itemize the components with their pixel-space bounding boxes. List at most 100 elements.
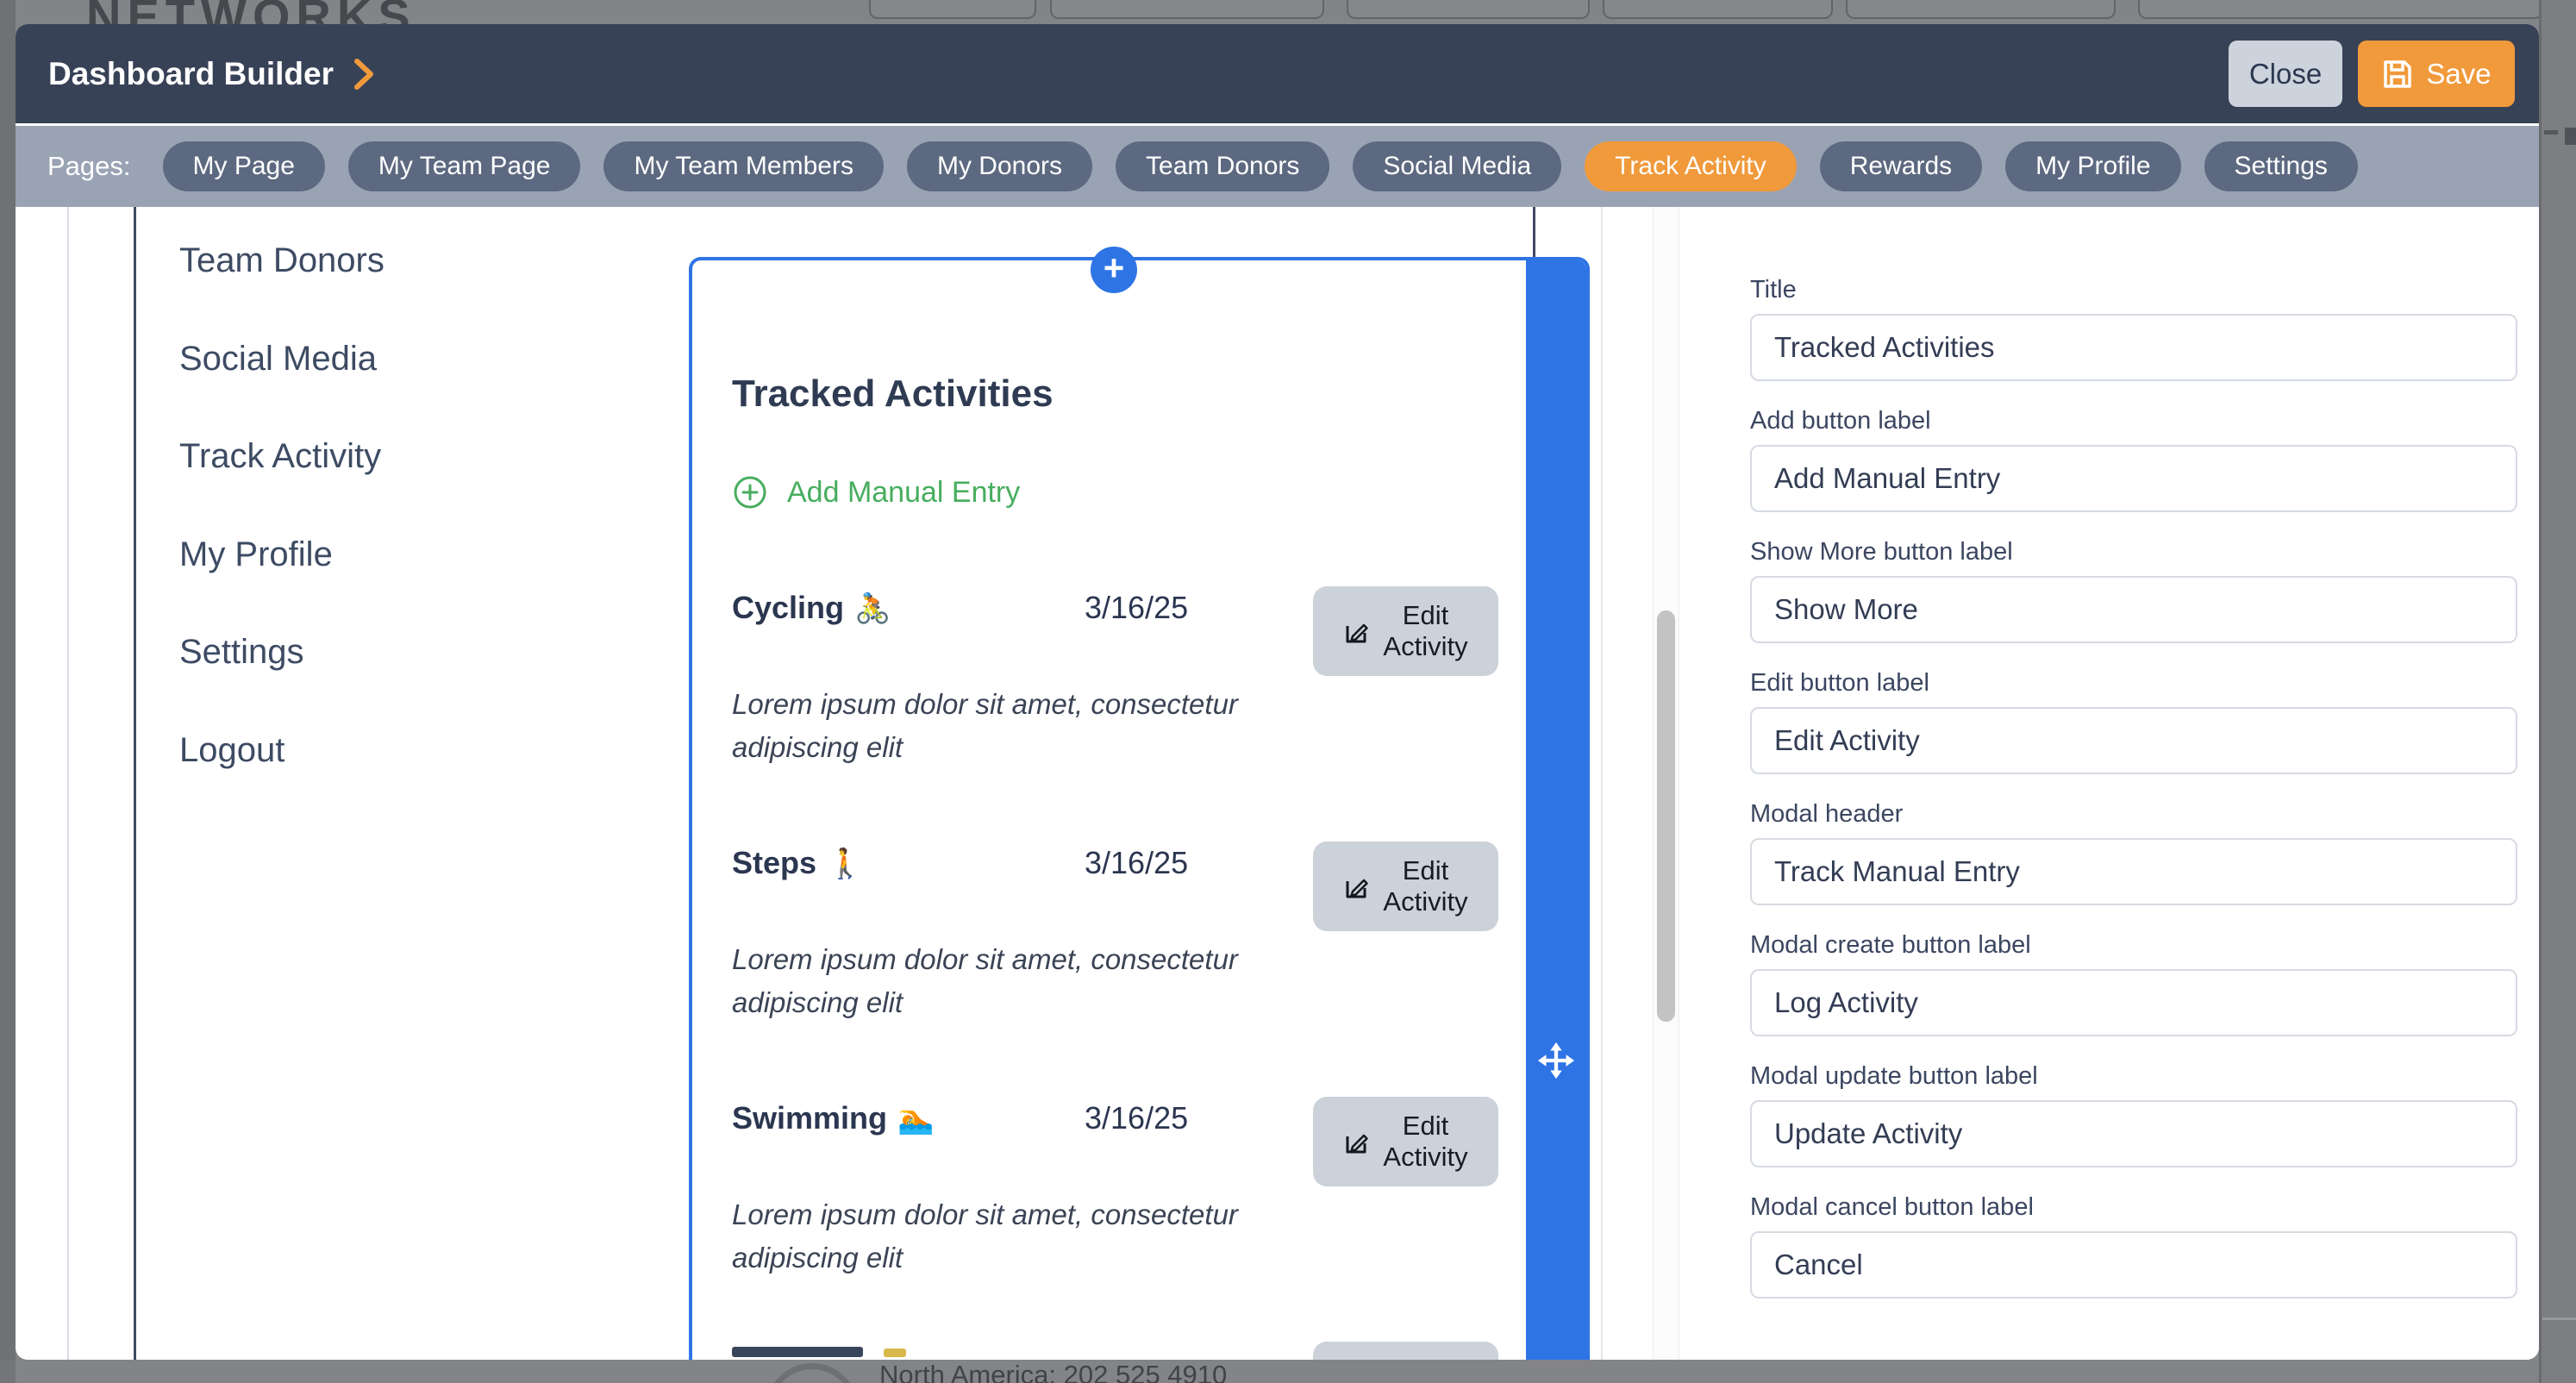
canvas-guide-line xyxy=(67,207,69,1360)
selected-widget[interactable]: Tracked Activities Add Manual Entry Cycl… xyxy=(689,257,1590,1360)
background-scrollbar-thumb xyxy=(2565,128,2576,145)
field-add-button-label: Add button label xyxy=(1750,407,2539,512)
show-more-button-label-input[interactable] xyxy=(1750,576,2517,643)
activity-name: Swimming🏊 xyxy=(732,1100,934,1136)
save-icon xyxy=(2381,58,2414,91)
page-tab-social-media[interactable]: Social Media xyxy=(1353,141,1561,191)
activity-name: Cycling🚴 xyxy=(732,590,891,626)
backdrop-top-strip: NETWORKS 0 0 ( 0 ) 1 xyxy=(0,0,2576,24)
page-tab-team-donors[interactable]: Team Donors xyxy=(1116,141,1329,191)
add-widget-button[interactable]: + xyxy=(1091,247,1137,293)
activity-date: 3/16/25 xyxy=(1085,590,1188,626)
field-label: Title xyxy=(1750,276,2539,304)
sidebar-item-track-activity[interactable]: Track Activity xyxy=(179,435,381,477)
activity-description: Lorem ipsum dolor sit amet, consectetura… xyxy=(732,938,1238,1024)
background-logo-arc xyxy=(766,1363,859,1383)
builder-body: Team Donors Social Media Track Activity … xyxy=(16,207,2539,1360)
activity-entry: Steps🚶 3/16/25 Edit Activity Lorem ipsum… xyxy=(732,845,1500,1043)
background-stat-card xyxy=(2138,0,2543,19)
chevron-right-icon xyxy=(353,57,375,91)
edit-activity-button[interactable]: Edit Activity xyxy=(1313,842,1498,931)
field-edit-button-label: Edit button label xyxy=(1750,669,2539,774)
clipped-activity-emoji xyxy=(884,1349,906,1357)
background-stat-card: 1 xyxy=(1846,0,2116,19)
modal-header-input[interactable] xyxy=(1750,838,2517,905)
field-modal-update-button-label: Modal update button label xyxy=(1750,1062,2539,1167)
edit-button-label-input[interactable] xyxy=(1750,707,2517,774)
page-tab-my-donors[interactable]: My Donors xyxy=(907,141,1092,191)
field-label: Add button label xyxy=(1750,407,2539,435)
field-label: Modal header xyxy=(1750,800,2539,829)
edit-icon xyxy=(1341,871,1372,902)
sidebar-item-logout[interactable]: Logout xyxy=(179,729,284,771)
activity-entry-clipped: Edit Activity xyxy=(732,1345,1500,1360)
background-stat-card xyxy=(1347,0,1590,19)
cycling-emoji: 🚴 xyxy=(854,592,891,625)
page-tab-my-team-page[interactable]: My Team Page xyxy=(348,141,581,191)
page-tab-settings[interactable]: Settings xyxy=(2204,141,2358,191)
field-show-more-button-label: Show More button label xyxy=(1750,538,2539,643)
background-stat-card: ( 0 ) xyxy=(1603,0,1833,19)
dashboard-builder-modal: Dashboard Builder Close Save Pages: My P… xyxy=(16,24,2539,1360)
activity-date: 3/16/25 xyxy=(1085,845,1188,881)
add-manual-entry-label: Add Manual Entry xyxy=(787,476,1020,510)
page-tab-my-page[interactable]: My Page xyxy=(163,141,325,191)
field-label: Modal update button label xyxy=(1750,1062,2539,1091)
activity-description: Lorem ipsum dolor sit amet, consectetura… xyxy=(732,683,1238,769)
modal-cancel-button-label-input[interactable] xyxy=(1750,1231,2517,1299)
sidebar-item-settings[interactable]: Settings xyxy=(179,631,304,673)
field-label: Modal cancel button label xyxy=(1750,1193,2539,1222)
backdrop-left-strip xyxy=(0,0,16,1383)
sidebar-item-my-profile[interactable]: My Profile xyxy=(179,534,333,575)
add-button-label-input[interactable] xyxy=(1750,445,2517,512)
close-button[interactable]: Close xyxy=(2229,41,2342,107)
field-modal-cancel-button-label: Modal cancel button label xyxy=(1750,1193,2539,1299)
plus-circle-icon xyxy=(732,474,768,510)
pages-label: Pages: xyxy=(47,151,131,182)
edit-activity-button[interactable]: Edit Activity xyxy=(1313,1097,1498,1186)
page-tab-my-profile[interactable]: My Profile xyxy=(2005,141,2180,191)
sidebar-item-social-media[interactable]: Social Media xyxy=(179,338,377,379)
activity-entry: Cycling🚴 3/16/25 Edit Activity Lorem ips… xyxy=(732,590,1500,788)
page-tab-track-activity[interactable]: Track Activity xyxy=(1585,141,1797,191)
activity-description: Lorem ipsum dolor sit amet, consectetura… xyxy=(732,1193,1238,1280)
widget-drag-bar[interactable] xyxy=(1526,260,1586,1360)
swimming-emoji: 🏊 xyxy=(897,1103,934,1136)
canvas-scrollbar[interactable] xyxy=(1653,207,1679,1360)
edit-icon xyxy=(1341,1126,1372,1157)
widget-title: Tracked Activities xyxy=(732,372,1054,416)
modal-header-bar: Dashboard Builder Close Save xyxy=(16,24,2539,123)
activity-date: 3/16/25 xyxy=(1085,1100,1188,1136)
page-tab-rewards[interactable]: Rewards xyxy=(1820,141,1982,191)
page-tab-my-team-members[interactable]: My Team Members xyxy=(603,141,884,191)
background-footer-text: North America: 202 525 4910 xyxy=(879,1360,1227,1383)
canvas-scrollbar-thumb[interactable] xyxy=(1657,610,1675,1022)
edit-activity-button[interactable]: Edit Activity xyxy=(1313,586,1498,676)
field-modal-header: Modal header xyxy=(1750,800,2539,905)
title-input[interactable] xyxy=(1750,314,2517,381)
background-stat-card: 0 xyxy=(869,0,1036,19)
field-label: Edit button label xyxy=(1750,669,2539,698)
field-label: Show More button label xyxy=(1750,538,2539,566)
clipped-activity-name xyxy=(732,1347,863,1357)
backdrop-bottom-strip: North America: 202 525 4910 xyxy=(0,1360,2576,1383)
edit-activity-button[interactable]: Edit Activity xyxy=(1313,1342,1498,1360)
save-button-label: Save xyxy=(2426,58,2491,91)
canvas-border-line xyxy=(134,207,136,1360)
add-manual-entry-button[interactable]: Add Manual Entry xyxy=(732,474,1020,510)
edit-icon xyxy=(1341,616,1372,647)
sidebar-item-team-donors[interactable]: Team Donors xyxy=(179,240,385,281)
canvas-guide-line xyxy=(1601,207,1603,1360)
background-brand-text: NETWORKS xyxy=(86,0,416,24)
modal-update-button-label-input[interactable] xyxy=(1750,1100,2517,1167)
activity-entry: Swimming🏊 3/16/25 Edit Activity Lorem ip… xyxy=(732,1100,1500,1299)
field-label: Modal create button label xyxy=(1750,931,2539,960)
field-title: Title xyxy=(1750,276,2539,381)
canvas-border-line xyxy=(1533,207,1535,257)
walking-emoji: 🚶 xyxy=(827,848,863,880)
modal-create-button-label-input[interactable] xyxy=(1750,969,2517,1036)
move-handle-icon xyxy=(1536,1041,1576,1080)
save-button[interactable]: Save xyxy=(2358,41,2515,107)
backdrop-right-strip xyxy=(2539,0,2576,1383)
widget-inspector-panel: Title Add button label Show More button … xyxy=(1681,207,2539,1360)
